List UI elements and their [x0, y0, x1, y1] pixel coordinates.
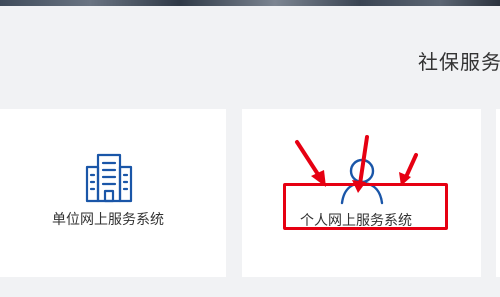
- unit-service-card[interactable]: 单位网上服务系统: [0, 109, 226, 277]
- next-card-partial: [496, 109, 500, 277]
- personal-service-label: 个人网上服务系统: [300, 213, 412, 229]
- unit-service-label: 单位网上服务系统: [52, 212, 164, 228]
- personal-service-card[interactable]: 个人网上服务系统: [242, 109, 481, 277]
- hero-banner-strip: [0, 0, 500, 6]
- building-icon: [85, 153, 133, 203]
- person-icon: [340, 158, 384, 205]
- section-title: 社保服务: [418, 50, 500, 74]
